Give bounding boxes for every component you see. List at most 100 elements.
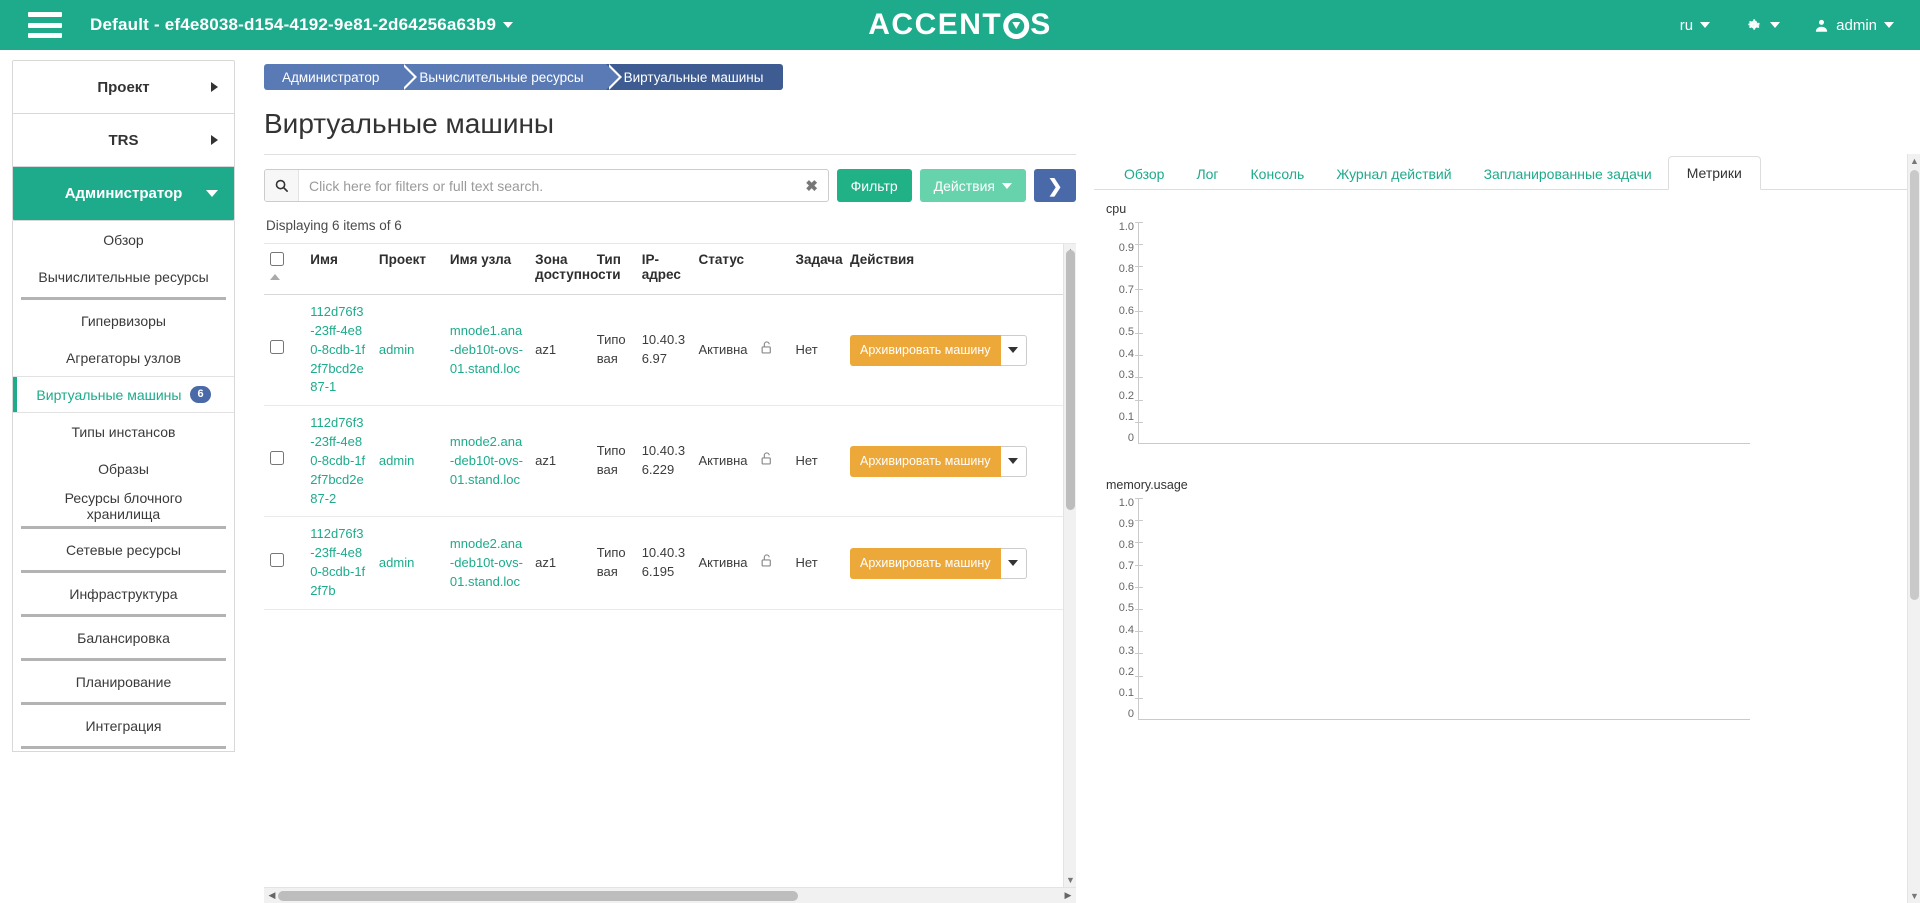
- table-row: 112d76f3-23ff-4e80-8cdb-1f2f7b admin mno…: [264, 516, 1069, 610]
- instance-name-link[interactable]: 112d76f3-23ff-4e80-8cdb-1f2f7bcd2e87-2: [310, 415, 365, 505]
- expand-panel-button[interactable]: ❯: [1034, 169, 1076, 202]
- tab-log[interactable]: Лог: [1180, 159, 1234, 189]
- sidebar-group-planning[interactable]: Планирование: [13, 663, 234, 700]
- user-menu[interactable]: admin: [1814, 17, 1894, 34]
- filter-button[interactable]: Фильтр: [836, 169, 912, 202]
- main-content: Администратор Вычислительные ресурсы Вир…: [248, 50, 1920, 903]
- language-selector[interactable]: ru: [1680, 17, 1711, 34]
- chevron-down-icon: [1008, 560, 1019, 567]
- sidebar-item-trs[interactable]: TRS: [13, 114, 234, 167]
- cell-lock: [754, 516, 790, 610]
- row-checkbox[interactable]: [270, 451, 284, 466]
- column-header-status[interactable]: Статус: [692, 244, 755, 295]
- sort-ascending-icon[interactable]: [270, 274, 280, 280]
- table-toolbar: ✖ Фильтр Действия ❯: [264, 154, 1076, 202]
- sidebar-group-infrastructure[interactable]: Инфраструктура: [13, 575, 234, 612]
- breadcrumb-item-compute[interactable]: Вычислительные ресурсы: [401, 64, 622, 90]
- vertical-scrollbar-thumb[interactable]: [1066, 250, 1075, 510]
- cell-actions: Архивировать машину: [844, 405, 1069, 518]
- search-bar[interactable]: ✖: [264, 169, 829, 202]
- node-link[interactable]: mnode2.ana-deb10t-ovs-01.stand.loc: [450, 536, 523, 589]
- tab-metrics[interactable]: Метрики: [1667, 156, 1761, 190]
- sidebar-item-virtual-machines[interactable]: Виртуальные машины 6: [13, 376, 234, 413]
- sidebar-item-label: Гипервизоры: [81, 312, 166, 329]
- horizontal-scrollbar-thumb[interactable]: [278, 891, 798, 901]
- row-actions-dropdown-toggle[interactable]: [1000, 445, 1027, 477]
- chart-plot-area: 1.0 0.9 0.8 0.7 0.6 0.5 0.4 0.3 0.2 0.1: [1104, 222, 1920, 444]
- close-icon[interactable]: ✖: [796, 177, 828, 195]
- tab-scheduled-tasks[interactable]: Запланированные задачи: [1468, 159, 1668, 189]
- sidebar-item-flavors[interactable]: Типы инстансов: [13, 413, 234, 450]
- instances-table-body: 112d76f3-23ff-4e80-8cdb-1f2f7bcd2e87-1 a…: [264, 294, 1069, 610]
- chart-title: memory.usage: [1106, 478, 1188, 492]
- sidebar-item-images[interactable]: Образы: [13, 450, 234, 487]
- detail-scrollbar-thumb[interactable]: [1910, 170, 1919, 600]
- cell-actions: Архивировать машину: [844, 516, 1069, 610]
- y-tick-label: 0.8: [1118, 539, 1134, 552]
- column-header-project[interactable]: Проект: [372, 244, 444, 295]
- archive-machine-button[interactable]: Архивировать машину: [850, 547, 1001, 579]
- row-checkbox[interactable]: [270, 340, 284, 355]
- sidebar-item-badge: 6: [190, 386, 211, 403]
- instance-detail-panel: Обзор Лог Консоль Журнал действий Заплан…: [1082, 154, 1920, 903]
- column-header-node[interactable]: Имя узла: [443, 244, 530, 295]
- archive-machine-button[interactable]: Архивировать машину: [850, 334, 1001, 366]
- scroll-down-icon[interactable]: ▼: [1910, 891, 1919, 901]
- gear-icon: [1744, 16, 1763, 35]
- sidebar-divider: [21, 658, 226, 661]
- y-tick-label: 0.3: [1118, 644, 1134, 657]
- scroll-left-icon[interactable]: ◀: [264, 890, 280, 901]
- cell-status: Активна: [692, 516, 755, 610]
- search-input[interactable]: [299, 170, 796, 201]
- breadcrumb: Администратор Вычислительные ресурсы Вир…: [264, 64, 1920, 90]
- tab-console[interactable]: Консоль: [1235, 159, 1321, 189]
- row-actions-dropdown-toggle[interactable]: [1000, 334, 1027, 366]
- archive-machine-button[interactable]: Архивировать машину: [850, 445, 1001, 477]
- y-tick-label: 0.2: [1118, 389, 1134, 402]
- detail-panel-scrollbar[interactable]: ▲ ▼: [1907, 154, 1920, 903]
- table-horizontal-scrollbar[interactable]: ◀ ▶: [264, 887, 1076, 903]
- sidebar-item-host-aggregates[interactable]: Агрегаторы узлов: [13, 339, 234, 376]
- y-tick-label: 0.5: [1118, 602, 1134, 615]
- column-header-task[interactable]: Задача: [789, 244, 844, 295]
- row-checkbox[interactable]: [270, 553, 284, 568]
- row-select-cell: [264, 405, 305, 518]
- tab-action-log[interactable]: Журнал действий: [1320, 159, 1467, 189]
- actions-dropdown-button[interactable]: Действия: [919, 169, 1026, 202]
- sidebar-item-administrator[interactable]: Администратор: [13, 167, 234, 220]
- sidebar-divider: [21, 614, 226, 617]
- hamburger-icon[interactable]: [28, 12, 62, 38]
- project-link[interactable]: admin: [379, 453, 414, 468]
- column-header-availability-zone[interactable]: Зона доступности: [529, 244, 621, 295]
- row-actions-dropdown-toggle[interactable]: [1000, 547, 1027, 579]
- scroll-down-icon[interactable]: ▼: [1066, 875, 1075, 885]
- cell-lock: [754, 405, 790, 518]
- cell-ip: 10.40.36.97: [635, 294, 693, 407]
- sidebar-group-block-storage[interactable]: Ресурсы блочного хранилища: [13, 487, 234, 524]
- sidebar-item-project[interactable]: Проект: [13, 61, 234, 114]
- select-all-checkbox[interactable]: [270, 252, 284, 266]
- sidebar-item-overview[interactable]: Обзор: [13, 221, 234, 258]
- sidebar-group-network[interactable]: Сетевые ресурсы: [13, 531, 234, 568]
- sidebar-group-integration[interactable]: Интеграция: [13, 707, 234, 744]
- project-link[interactable]: admin: [379, 342, 414, 357]
- instance-name-link[interactable]: 112d76f3-23ff-4e80-8cdb-1f2f7b: [310, 526, 365, 598]
- tab-overview[interactable]: Обзор: [1108, 159, 1180, 189]
- project-link[interactable]: admin: [379, 555, 414, 570]
- column-header-ip[interactable]: IP-адрес: [635, 244, 693, 295]
- sidebar-group-balancing[interactable]: Балансировка: [13, 619, 234, 656]
- sidebar-item-hypervisors[interactable]: Гипервизоры: [13, 302, 234, 339]
- breadcrumb-item-administrator[interactable]: Администратор: [264, 64, 418, 90]
- sidebar-group-compute[interactable]: Вычислительные ресурсы: [13, 258, 234, 295]
- actions-label: Действия: [933, 177, 995, 194]
- table-vertical-scrollbar[interactable]: ▲ ▼: [1063, 244, 1076, 887]
- scroll-up-icon[interactable]: ▲: [1910, 156, 1919, 166]
- node-link[interactable]: mnode2.ana-deb10t-ovs-01.stand.loc: [450, 434, 523, 487]
- node-link[interactable]: mnode1.ana-deb10t-ovs-01.stand.loc: [450, 323, 523, 376]
- instance-name-link[interactable]: 112d76f3-23ff-4e80-8cdb-1f2f7bcd2e87-1: [310, 304, 365, 394]
- scroll-right-icon[interactable]: ▶: [1060, 890, 1076, 901]
- column-header-name[interactable]: Имя: [304, 244, 373, 295]
- cell-task: Нет: [789, 405, 844, 518]
- context-switcher[interactable]: Default - ef4e8038-d154-4192-9e81-2d6425…: [90, 15, 514, 35]
- settings-menu[interactable]: [1744, 16, 1781, 35]
